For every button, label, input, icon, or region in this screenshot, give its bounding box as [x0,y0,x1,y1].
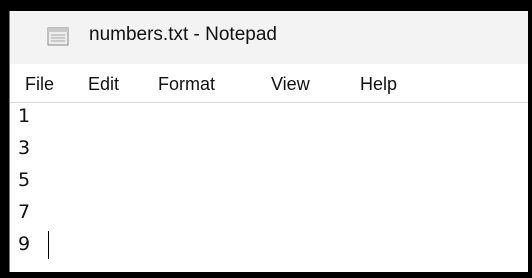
text-editor[interactable] [9,103,528,272]
menu-help[interactable]: Help [360,74,397,95]
menu-view[interactable]: View [271,74,310,95]
text-line-5: 9 [18,233,31,255]
notepad-window: numbers.txt - Notepad File Edit Format V… [9,11,528,272]
text-line-3: 5 [18,169,31,191]
notepad-icon [45,25,71,47]
text-line-2: 3 [18,137,31,159]
text-line-4: 7 [18,201,31,223]
title-bar[interactable]: numbers.txt - Notepad [9,11,528,64]
menu-file[interactable]: File [25,74,54,95]
text-line-1: 1 [18,105,31,127]
menu-edit[interactable]: Edit [88,74,119,95]
menu-bar: File Edit Format View Help [9,64,528,103]
menu-format[interactable]: Format [158,74,215,95]
text-caret [48,231,49,259]
window-title: numbers.txt - Notepad [89,24,277,45]
window-border [9,11,10,272]
